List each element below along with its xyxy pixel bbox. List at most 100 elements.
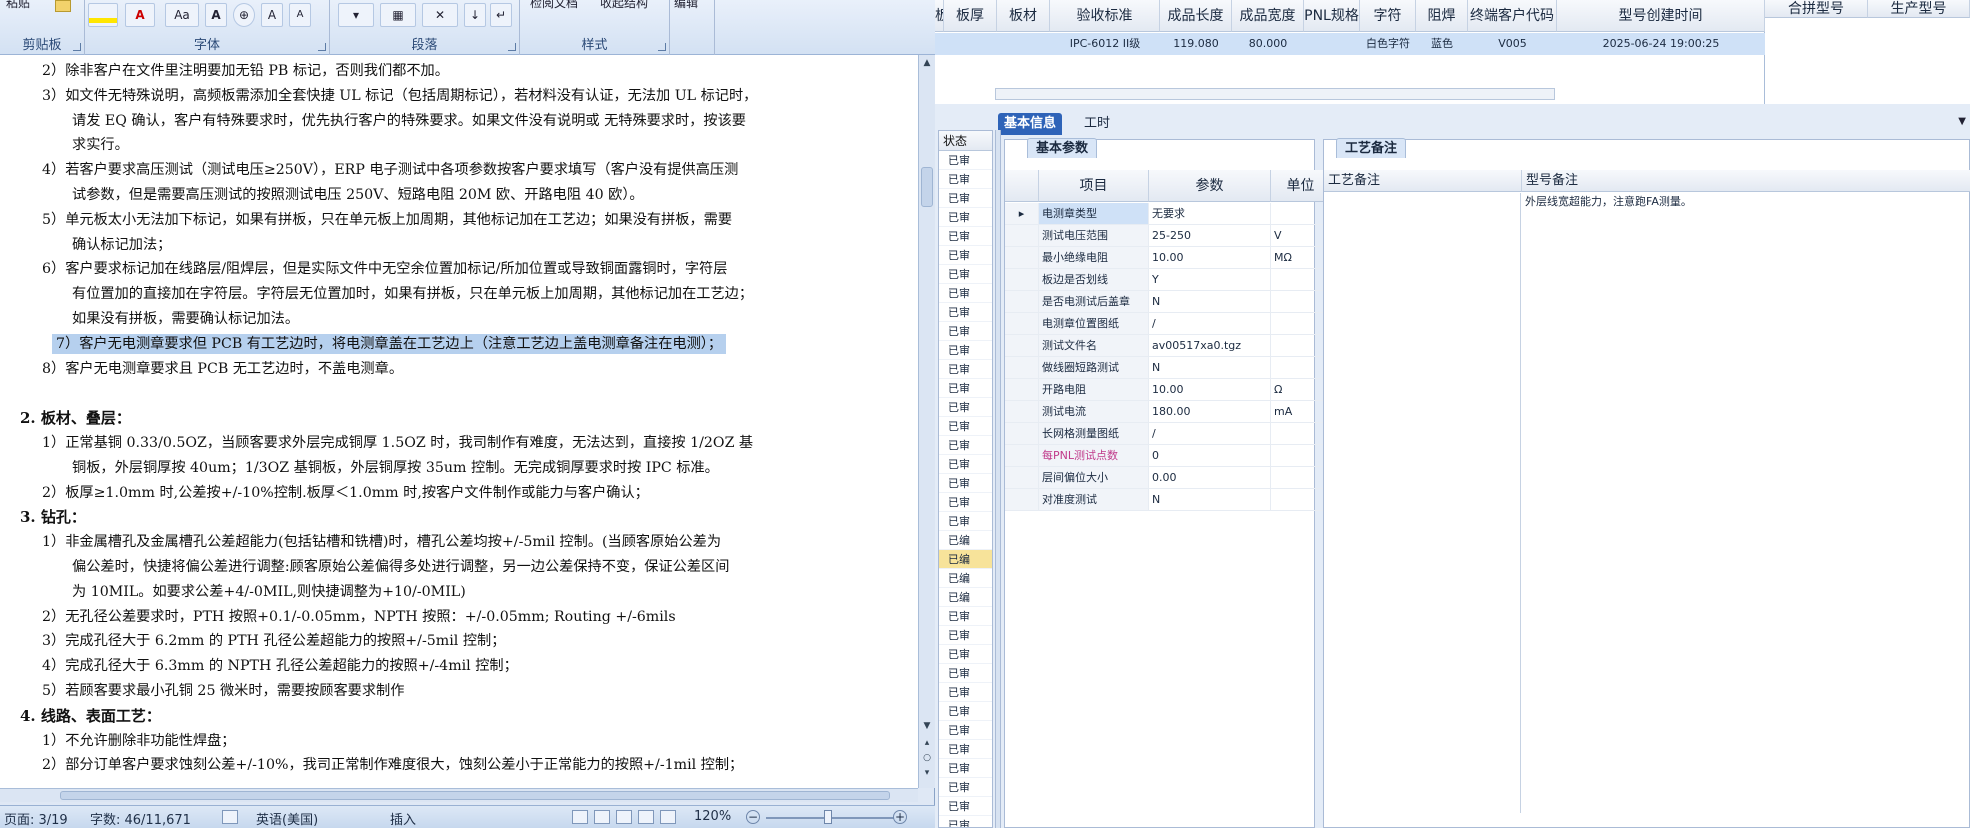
doc-line[interactable]: 铜板，外层铜厚按 40um；1/3OZ 基铜板，外层铜厚按 35um 控制。无完… bbox=[72, 458, 719, 478]
doc-line[interactable]: 试参数，但是需要高压测试的按照测试电压 250V、短路电阻 20M 欧、开路电阻… bbox=[72, 185, 644, 205]
document-page[interactable]: 2）除非客户在文件里注明要加无铅 PB 标记，否则我们都不加。 3）如文件无特殊说… bbox=[0, 55, 918, 788]
doc-line[interactable]: 2）无孔径公差要求时，PTH 按照+0.1/-0.05mm，NPTH 按照：+/… bbox=[42, 607, 676, 627]
status-list-item[interactable]: 已审 bbox=[939, 341, 992, 360]
grid-cell[interactable]: 119.080 bbox=[1160, 33, 1232, 55]
status-list-item[interactable]: 已审 bbox=[939, 170, 992, 189]
param-cell-unit[interactable] bbox=[1271, 335, 1331, 356]
full-screen-reading-icon[interactable] bbox=[594, 810, 610, 824]
doc-line[interactable]: 1）非金属槽孔及金属槽孔公差超能力(包括钻槽和铣槽)时，槽孔公差均按+/-5mi… bbox=[42, 532, 721, 552]
collapse-structure-label[interactable]: 收起结构 bbox=[600, 0, 648, 11]
param-cell-item[interactable]: 每PNL测试点数 bbox=[1039, 445, 1149, 466]
param-cell-param[interactable]: 180.00 bbox=[1149, 401, 1271, 422]
panel-splitter[interactable] bbox=[995, 130, 1001, 828]
grid-cell[interactable]: 2025-06-24 19:00:25 bbox=[1557, 33, 1765, 55]
grid-cell[interactable] bbox=[1304, 33, 1360, 55]
status-list-item[interactable]: 已审 bbox=[939, 189, 992, 208]
status-list-item[interactable]: 已审 bbox=[939, 645, 992, 664]
format-painter-icon[interactable] bbox=[55, 0, 71, 12]
status-list-item[interactable]: 已审 bbox=[939, 740, 992, 759]
param-cell-param[interactable]: Y bbox=[1149, 269, 1271, 290]
shrink-font-icon[interactable]: A bbox=[289, 3, 311, 27]
param-cell-param[interactable]: / bbox=[1149, 423, 1271, 444]
param-cell-param[interactable]: 0.00 bbox=[1149, 467, 1271, 488]
horizontal-scroll-thumb[interactable] bbox=[60, 791, 890, 800]
param-cell-param[interactable]: 25-250 bbox=[1149, 225, 1271, 246]
grid-header-col[interactable]: 成品长度 bbox=[1160, 0, 1232, 32]
proofing-icon[interactable] bbox=[222, 810, 238, 824]
param-cell-param[interactable]: N bbox=[1149, 357, 1271, 378]
grid-cell[interactable]: 蓝色 bbox=[1416, 33, 1468, 55]
param-cell-item[interactable]: 长网格测量图纸 bbox=[1039, 423, 1149, 444]
param-cell-item[interactable]: 层间偏位大小 bbox=[1039, 467, 1149, 488]
grid-header-col[interactable]: 板厚 bbox=[944, 0, 997, 32]
grow-font-icon[interactable]: A bbox=[261, 3, 283, 27]
status-insert-mode[interactable]: 插入 bbox=[390, 809, 416, 828]
doc-line[interactable]: 4）若客户要求高压测试（测试电压≥250V），ERP 电子测试中各项参数按客户要… bbox=[42, 160, 738, 180]
status-list-item[interactable]: 已审 bbox=[939, 265, 992, 284]
grid-cell[interactable] bbox=[935, 33, 944, 55]
web-layout-icon[interactable] bbox=[616, 810, 632, 824]
scroll-down-icon[interactable]: ▼ bbox=[923, 722, 931, 731]
doc-line[interactable]: 确认标记加法； bbox=[72, 235, 171, 255]
param-cell-unit[interactable] bbox=[1271, 291, 1331, 312]
param-cell-unit[interactable] bbox=[1271, 313, 1331, 334]
select-browse-icon[interactable]: ○ bbox=[923, 754, 931, 763]
grid-cell[interactable] bbox=[997, 33, 1050, 55]
model-notes-cell[interactable]: 外层线宽超能力，注意跑FA测量。 bbox=[1522, 193, 1962, 211]
scroll-up-icon[interactable]: ▲ bbox=[923, 59, 931, 68]
status-list-item[interactable]: 已审 bbox=[939, 702, 992, 721]
param-cell-param[interactable]: 无要求 bbox=[1149, 203, 1271, 224]
param-header-param[interactable]: 参数 bbox=[1149, 170, 1271, 202]
param-cell-param[interactable]: N bbox=[1149, 291, 1271, 312]
doc-line[interactable]: 1）正常基铜 0.33/0.5OZ，当顾客要求外层完成铜厚 1.5OZ 时，我司… bbox=[42, 433, 753, 453]
param-cell-unit[interactable] bbox=[1271, 203, 1331, 224]
status-list-item[interactable]: 已审 bbox=[939, 759, 992, 778]
param-cell-item[interactable]: 电测章类型 bbox=[1039, 203, 1149, 224]
paste-label[interactable]: 粘贴 bbox=[6, 0, 30, 11]
tab-work-hours[interactable]: 工时 bbox=[1078, 113, 1116, 135]
doc-line[interactable]: 4）完成孔径大于 6.3mm 的 NPTH 孔径公差超能力的按照+/-4mil … bbox=[42, 656, 518, 676]
outline-icon[interactable] bbox=[638, 810, 654, 824]
vertical-scroll-thumb[interactable] bbox=[921, 167, 933, 207]
craft-notes-tab[interactable]: 工艺备注 bbox=[1336, 138, 1407, 158]
param-cell-param[interactable]: 0 bbox=[1149, 445, 1271, 466]
edit-label[interactable]: 编辑 bbox=[674, 0, 698, 11]
borders-icon[interactable]: ▦ bbox=[380, 3, 416, 27]
doc-heading[interactable]: 4. 线路、表面工艺： bbox=[20, 706, 161, 726]
param-cell-item[interactable]: 测试电压范围 bbox=[1039, 225, 1149, 246]
param-cell-item[interactable]: 测试电流 bbox=[1039, 401, 1149, 422]
status-list-item[interactable]: 已审 bbox=[939, 360, 992, 379]
craft-header-notes[interactable]: 工艺备注 bbox=[1324, 170, 1522, 192]
param-cell-unit[interactable]: V bbox=[1271, 225, 1331, 246]
font-color-icon[interactable]: A bbox=[125, 3, 155, 27]
doc-line[interactable]: 有位置加的直接加在字符层。字符层无位置加时，如果有拼板，只在单元板上加周期，其他… bbox=[72, 284, 753, 304]
param-cell-unit[interactable] bbox=[1271, 423, 1331, 444]
param-cell-param[interactable]: / bbox=[1149, 313, 1271, 334]
doc-line[interactable]: 偏公差时，快捷将偏公差进行调整:顾客原始公差偏得多处进行调整，另一边公差保持不变… bbox=[72, 557, 729, 577]
horizontal-scrollbar[interactable] bbox=[0, 788, 918, 802]
status-page[interactable]: 页面: 3/19 bbox=[4, 809, 68, 828]
param-cell-item[interactable]: 电测章位置图纸 bbox=[1039, 313, 1149, 334]
paragraph-launcher-icon[interactable] bbox=[508, 43, 516, 51]
draft-icon[interactable] bbox=[660, 810, 676, 824]
clipboard-launcher-icon[interactable] bbox=[73, 43, 81, 51]
next-page-icon[interactable]: ▾ bbox=[923, 769, 931, 778]
status-list-item[interactable]: 已编 bbox=[939, 569, 992, 588]
grid-header-col[interactable]: 阻焊 bbox=[1416, 0, 1468, 32]
doc-line[interactable]: 请发 EQ 确认，客户有特殊要求时，优先执行客户的特殊要求。如果文件没有说明或 … bbox=[72, 111, 746, 131]
param-cell-param[interactable]: 10.00 bbox=[1149, 379, 1271, 400]
doc-line[interactable]: 5）若顾客要求最小孔铜 25 微米时，需要按顾客要求制作 bbox=[42, 681, 404, 701]
change-case-icon[interactable]: Aa bbox=[165, 3, 199, 27]
status-words[interactable]: 字数: 46/11,671 bbox=[90, 809, 191, 828]
status-list-item[interactable]: 已审 bbox=[939, 797, 992, 816]
enclose-char-icon[interactable]: ⊕ bbox=[233, 3, 255, 27]
merge-grid-header-col[interactable]: 生产型号 bbox=[1868, 0, 1970, 18]
doc-line[interactable]: 如果没有拼板，需要确认标记加法。 bbox=[72, 309, 299, 329]
param-header-item[interactable]: 项目 bbox=[1039, 170, 1149, 202]
param-cell-item[interactable]: 开路电阻 bbox=[1039, 379, 1149, 400]
status-list-item[interactable]: 已审 bbox=[939, 626, 992, 645]
status-list-item[interactable]: 已编 bbox=[939, 588, 992, 607]
status-list-item[interactable]: 已审 bbox=[939, 512, 992, 531]
doc-line[interactable]: 1）不允许删除非功能性焊盘； bbox=[42, 731, 235, 751]
doc-line[interactable]: 8）客户无电测章要求且 PCB 无工艺边时，不盖电测章。 bbox=[42, 359, 403, 379]
